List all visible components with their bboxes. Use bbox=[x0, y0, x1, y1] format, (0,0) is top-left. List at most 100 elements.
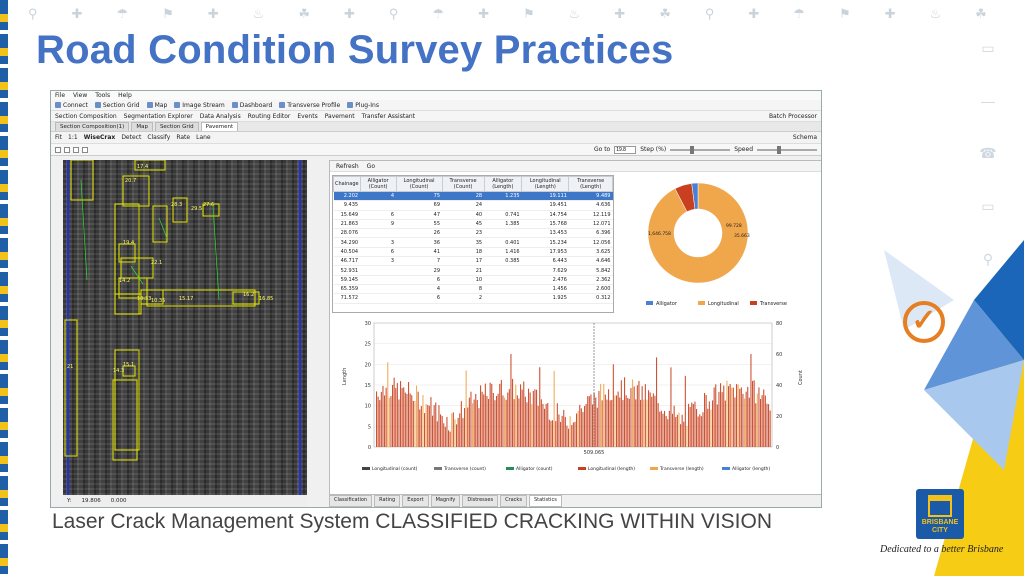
donut-data-label: 1,646.758 bbox=[648, 231, 671, 237]
y-left-tick-label: 15 bbox=[365, 383, 371, 389]
column-header[interactable]: Longitudinal (Length) bbox=[521, 176, 570, 192]
profile-bar bbox=[723, 385, 725, 447]
goto-input[interactable] bbox=[614, 145, 637, 154]
profile-bar bbox=[672, 413, 674, 447]
rate-button[interactable]: Rate bbox=[176, 134, 190, 141]
table-row[interactable]: 46.717 3 7 17 0.385 6.443 4.646 bbox=[333, 256, 613, 267]
transfer-assistant-button[interactable]: Transfer Assistant bbox=[362, 113, 415, 120]
column-header[interactable]: Chainage bbox=[333, 176, 361, 192]
profile-bar bbox=[600, 383, 602, 447]
refresh-button[interactable]: Refresh bbox=[336, 163, 359, 170]
tab-section-grid[interactable]: Section Grid bbox=[154, 122, 199, 131]
table-row[interactable]: 40.504 6 41 18 1.416 17.953 3.625 bbox=[333, 247, 613, 258]
profile-bar bbox=[484, 383, 486, 447]
profile-bar bbox=[750, 354, 752, 447]
select-tool-icon[interactable] bbox=[55, 146, 61, 153]
profile-bar bbox=[504, 397, 506, 447]
menu-help[interactable]: Help bbox=[118, 92, 132, 99]
tab-map[interactable]: Map bbox=[131, 122, 153, 131]
table-row[interactable]: 59.145 6 10 2.476 2.362 bbox=[333, 275, 613, 285]
profile-bar bbox=[444, 426, 446, 447]
table-row[interactable]: 15.649 6 47 40 0.741 14.754 12.119 bbox=[333, 210, 613, 220]
batch-processor-button[interactable]: Batch Processor bbox=[769, 113, 817, 120]
draw-tool-icon[interactable] bbox=[64, 146, 70, 153]
tab-pavement[interactable]: Pavement bbox=[200, 122, 239, 131]
menu-file[interactable]: File bbox=[55, 92, 65, 99]
column-header[interactable]: Alligator (Count) bbox=[359, 176, 397, 192]
column-header[interactable]: Alligator (Length) bbox=[483, 176, 523, 192]
profile-bar bbox=[483, 394, 485, 447]
tab-magnify[interactable]: Magnify bbox=[430, 495, 461, 507]
step-slider[interactable] bbox=[670, 145, 731, 154]
fit-button[interactable]: Fit bbox=[55, 134, 62, 141]
plug-ins-button[interactable]: Plug-Ins bbox=[347, 102, 379, 109]
table-cell bbox=[360, 293, 397, 304]
line-chart-legend-label: Alligator (length) bbox=[732, 466, 770, 472]
erase-tool-icon[interactable] bbox=[73, 146, 79, 153]
profile-bar bbox=[760, 398, 762, 447]
section-composition-button[interactable]: Section Composition bbox=[55, 113, 117, 120]
crack-length-label: 19.4 bbox=[123, 240, 134, 246]
table-row[interactable]: 71.572 6 2 1.925 0.312 bbox=[333, 293, 613, 304]
profile-bar bbox=[644, 384, 646, 447]
legend-swatch bbox=[578, 467, 586, 470]
tab-cracks[interactable]: Cracks bbox=[500, 495, 527, 507]
pavement-button[interactable]: Pavement bbox=[325, 113, 355, 120]
go-button[interactable]: Go bbox=[367, 163, 375, 170]
column-header[interactable]: Transverse (Length) bbox=[568, 176, 613, 192]
table-cell: 6 bbox=[360, 210, 397, 220]
data-analysis-button[interactable]: Data Analysis bbox=[200, 113, 241, 120]
column-header[interactable]: Transverse (Count) bbox=[441, 176, 485, 192]
transverse-profile-button[interactable]: Transverse Profile bbox=[279, 102, 340, 109]
tab-rating[interactable]: Rating bbox=[374, 495, 401, 507]
menu-tools[interactable]: Tools bbox=[95, 92, 110, 99]
y-left-tick-label: 0 bbox=[368, 445, 371, 451]
line-chart-legend-label: Longitudinal (count) bbox=[372, 466, 418, 472]
profile-bar bbox=[636, 385, 638, 447]
dashboard-button[interactable]: Dashboard bbox=[231, 102, 272, 109]
image-stream-button[interactable]: Image Stream bbox=[174, 102, 225, 109]
table-row[interactable]: 34.290 3 36 35 0.401 15.234 12.056 bbox=[333, 237, 613, 248]
column-header[interactable]: Longitudinal (Count) bbox=[395, 176, 443, 192]
pavement-image[interactable]: 17.4 20.7 28.3 29.5 27.6 19.4 22.1 14.2 10.33 10.… bbox=[63, 160, 307, 495]
donut-legend-label: Longitudinal bbox=[708, 301, 739, 307]
speed-slider[interactable] bbox=[757, 145, 817, 154]
ratio-button[interactable]: 1:1 bbox=[68, 134, 78, 141]
tab-statistics[interactable]: Statistics bbox=[528, 495, 562, 507]
y-left-tick-label: 10 bbox=[365, 404, 371, 410]
table-row[interactable]: 21.863 9 55 45 1.385 15.768 12.071 bbox=[333, 219, 613, 230]
detect-button[interactable]: Detect bbox=[121, 134, 141, 141]
tab-section-composition[interactable]: Section Composition(1) bbox=[55, 122, 130, 131]
table-cell: 3.625 bbox=[568, 247, 613, 258]
profile-bar bbox=[377, 396, 379, 447]
pan-tool-icon[interactable] bbox=[82, 146, 88, 153]
table-row[interactable]: 52.931 29 21 7.629 5.842 bbox=[333, 265, 613, 276]
profile-bar bbox=[651, 396, 653, 447]
profile-bar bbox=[764, 395, 766, 447]
y-left-tick-label: 5 bbox=[368, 424, 371, 430]
menu-view[interactable]: View bbox=[73, 92, 87, 99]
segmentation-explorer-button[interactable]: Segmentation Explorer bbox=[124, 113, 193, 120]
classify-button[interactable]: Classify bbox=[147, 134, 170, 141]
profile-bar bbox=[376, 391, 378, 447]
lane-button[interactable]: Lane bbox=[196, 134, 211, 141]
schema-dropdown[interactable]: Schema bbox=[793, 134, 817, 141]
table-cell: 65.359 bbox=[333, 284, 361, 295]
profile-bar bbox=[611, 399, 613, 447]
tab-export[interactable]: Export bbox=[402, 495, 429, 507]
table-row[interactable]: 65.359 4 8 1.456 2.600 bbox=[333, 284, 613, 295]
tab-distresses[interactable]: Distresses bbox=[462, 495, 499, 507]
table-row[interactable]: 28.076 26 23 13.453 6.396 bbox=[333, 228, 613, 239]
routing-editor-button[interactable]: Routing Editor bbox=[248, 113, 291, 120]
table-row[interactable]: 2.202 4 75 28 1.235 19.111 9.489 bbox=[333, 191, 613, 202]
map-button[interactable]: Map bbox=[146, 102, 167, 109]
table-cell: 2.202 bbox=[333, 191, 361, 202]
events-button[interactable]: Events bbox=[297, 113, 317, 120]
profile-bar bbox=[592, 404, 594, 447]
connect-button[interactable]: Connect bbox=[55, 102, 88, 109]
table-row[interactable]: 9.435 69 24 19.451 4.636 bbox=[333, 200, 613, 211]
section-grid-button[interactable]: Section Grid bbox=[94, 102, 140, 109]
table-cell: 55 bbox=[396, 219, 443, 230]
tab-classification[interactable]: Classification bbox=[329, 495, 373, 507]
profile-bar bbox=[572, 422, 574, 447]
